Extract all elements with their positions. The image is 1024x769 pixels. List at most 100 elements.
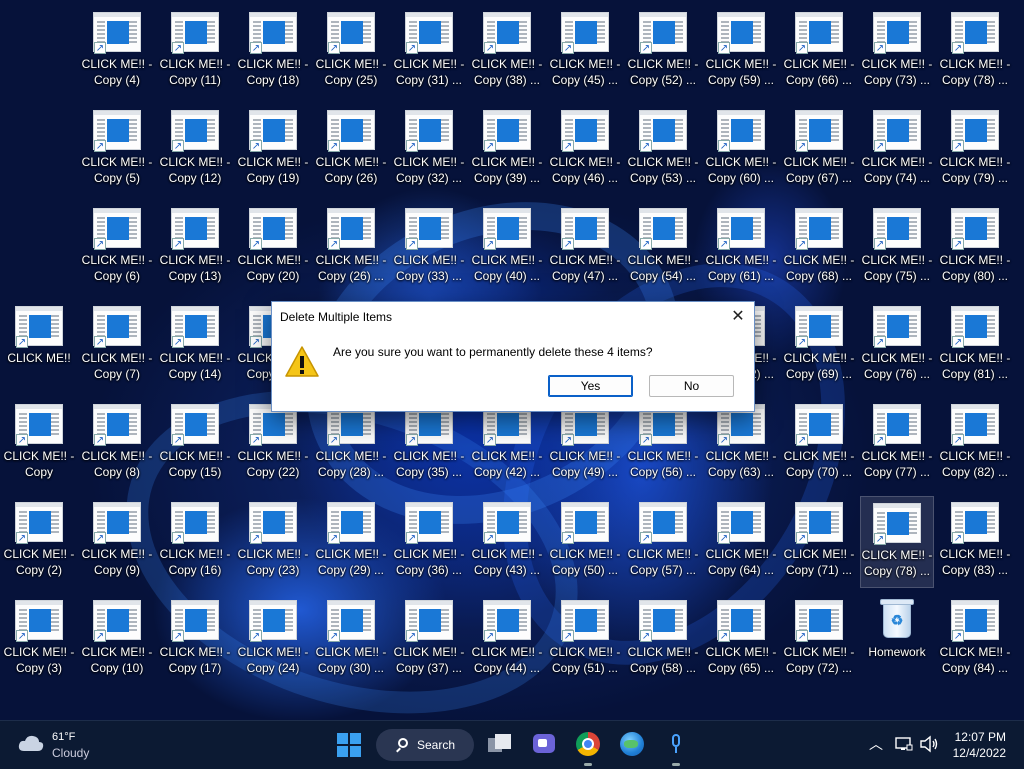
desktop-shortcut[interactable]: ↗ CLICK ME!! - Copy (51) ... (548, 594, 622, 686)
teams-chat-icon[interactable] (531, 731, 557, 757)
desktop-shortcut[interactable]: ↗ CLICK ME!! - Copy (83) ... (938, 496, 1012, 588)
desktop-shortcut[interactable]: ↗ CLICK ME!! - Copy (18) (236, 6, 310, 98)
shortcut-arrow-icon: ↗ (562, 42, 574, 54)
recycle-bin-shortcut[interactable]: ♻ Homework (860, 594, 934, 686)
desktop-shortcut[interactable]: ↗ CLICK ME!! - Copy (14) (158, 300, 232, 392)
icon-label-line2: Copy (59) ... (707, 73, 775, 87)
desktop-shortcut[interactable]: ↗ CLICK ME!! - Copy (79) ... (938, 104, 1012, 196)
chevron-up-icon[interactable]: ︿ (869, 734, 883, 754)
desktop-shortcut[interactable]: ↗ CLICK ME!! - Copy (75) ... (860, 202, 934, 294)
desktop-shortcut[interactable]: ↗ CLICK ME!! - Copy (19) (236, 104, 310, 196)
search-button[interactable]: Search (376, 729, 474, 761)
icon-label-line1: CLICK ME!! - (705, 547, 777, 561)
desktop-shortcut[interactable]: ↗ CLICK ME!! - Copy (26) (314, 104, 388, 196)
desktop-shortcut[interactable]: ↗ CLICK ME!! - Copy (61) ... (704, 202, 778, 294)
desktop-shortcut[interactable]: ↗ CLICK ME!! - Copy (5) (80, 104, 154, 196)
desktop-shortcut[interactable]: ↗ CLICK ME!! - Copy (36) ... (392, 496, 466, 588)
desktop-shortcut[interactable]: ↗ CLICK ME!! - Copy (47) ... (548, 202, 622, 294)
desktop-shortcut[interactable]: ↗ CLICK ME!! - Copy (44) ... (470, 594, 544, 686)
desktop-shortcut[interactable]: ↗ CLICK ME!! - Copy (84) ... (938, 594, 1012, 686)
desktop-shortcut[interactable]: ↗ CLICK ME!! - Copy (25) (314, 6, 388, 98)
desktop-shortcut[interactable]: ↗ CLICK ME!! - Copy (82) ... (938, 398, 1012, 490)
desktop-shortcut[interactable]: ↗ CLICK ME!! - Copy (52) ... (626, 6, 700, 98)
desktop-shortcut[interactable]: ↗ CLICK ME!! - Copy (68) ... (782, 202, 856, 294)
desktop-shortcut[interactable]: ↗ CLICK ME!! - Copy (23) (236, 496, 310, 588)
desktop-shortcut[interactable]: ↗ CLICK ME!! - Copy (60) ... (704, 104, 778, 196)
desktop-shortcut[interactable]: ↗ CLICK ME!! - Copy (72) ... (782, 594, 856, 686)
desktop-shortcut[interactable]: ↗ CLICK ME!! - Copy (59) ... (704, 6, 778, 98)
chrome-icon[interactable] (575, 731, 601, 757)
desktop-shortcut[interactable]: ↗ CLICK ME!! (2, 300, 76, 392)
desktop-shortcut[interactable]: ↗ CLICK ME!! - Copy (38) ... (470, 6, 544, 98)
desktop-shortcut[interactable]: ↗ CLICK ME!! - Copy (43) ... (470, 496, 544, 588)
desktop-shortcut[interactable]: ↗ CLICK ME!! - Copy (13) (158, 202, 232, 294)
dialog-titlebar[interactable]: Delete Multiple Items ✕ (272, 302, 754, 332)
desktop-shortcut[interactable]: ↗ CLICK ME!! - Copy (46) ... (548, 104, 622, 196)
desktop-shortcut[interactable]: ↗ CLICK ME!! - Copy (9) (80, 496, 154, 588)
desktop-shortcut[interactable]: ↗ CLICK ME!! - Copy (11) (158, 6, 232, 98)
start-button[interactable] (337, 733, 361, 757)
desktop-shortcut[interactable]: ↗ CLICK ME!! - Copy (31) ... (392, 6, 466, 98)
desktop-shortcut[interactable]: ↗ CLICK ME!! - Copy (81) ... (938, 300, 1012, 392)
icon-label-line1: CLICK ME!! - (471, 547, 543, 561)
desktop-shortcut[interactable]: ↗ CLICK ME!! - Copy (10) (80, 594, 154, 686)
desktop-shortcut[interactable]: ↗ CLICK ME!! - Copy (50) ... (548, 496, 622, 588)
network-icon[interactable] (895, 736, 913, 752)
yes-button[interactable]: Yes (548, 375, 633, 397)
desktop-shortcut[interactable]: ↗ CLICK ME!! - Copy (45) ... (548, 6, 622, 98)
task-view-icon[interactable] (487, 731, 513, 757)
browser-icon[interactable] (619, 731, 645, 757)
clock-date[interactable]: 12/4/2022 (950, 746, 1006, 760)
icon-label-line2: Copy (7) (93, 367, 140, 381)
desktop-shortcut[interactable]: ↗ CLICK ME!! - Copy (8) (80, 398, 154, 490)
desktop-shortcut[interactable]: ↗ CLICK ME!! - Copy (2) (2, 496, 76, 588)
desktop-shortcut[interactable]: ↗ CLICK ME!! - Copy (80) ... (938, 202, 1012, 294)
desktop-shortcut[interactable]: ↗ CLICK ME!! - Copy (69) ... (782, 300, 856, 392)
desktop-shortcut[interactable]: ↗ CLICK ME!! - Copy (70) ... (782, 398, 856, 490)
icon-label-line1: CLICK ME!! - (939, 351, 1011, 365)
desktop-shortcut[interactable]: ↗ CLICK ME!! - Copy (4) (80, 6, 154, 98)
desktop-shortcut[interactable]: ↗ CLICK ME!! - Copy (73) ... (860, 6, 934, 98)
desktop-shortcut[interactable]: ↗ CLICK ME!! - Copy (16) (158, 496, 232, 588)
desktop-shortcut[interactable]: ↗ CLICK ME!! - Copy (6) (80, 202, 154, 294)
desktop-shortcut[interactable]: ↗ CLICK ME!! - Copy (77) ... (860, 398, 934, 490)
desktop-shortcut[interactable]: ↗ CLICK ME!! - Copy (3) (2, 594, 76, 686)
desktop-shortcut[interactable]: ↗ CLICK ME!! - Copy (29) ... (314, 496, 388, 588)
desktop-shortcut[interactable]: ↗ CLICK ME!! - Copy (7) (80, 300, 154, 392)
desktop-shortcut[interactable]: ↗ CLICK ME!! - Copy (65) ... (704, 594, 778, 686)
desktop-shortcut[interactable]: ↗ CLICK ME!! - Copy (32) ... (392, 104, 466, 196)
desktop-shortcut[interactable]: ↗ CLICK ME!! - Copy (40) ... (470, 202, 544, 294)
shortcut-arrow-icon: ↗ (952, 532, 964, 544)
desktop-shortcut[interactable]: ↗ CLICK ME!! - Copy (78) ... (938, 6, 1012, 98)
desktop-shortcut[interactable]: ↗ CLICK ME!! - Copy (2, 398, 76, 490)
desktop-shortcut[interactable]: ↗ CLICK ME!! - Copy (66) ... (782, 6, 856, 98)
mic-icon[interactable] (663, 731, 689, 757)
desktop-shortcut[interactable]: ↗ CLICK ME!! - Copy (12) (158, 104, 232, 196)
desktop-shortcut[interactable]: ↗ CLICK ME!! - Copy (24) (236, 594, 310, 686)
clock-time[interactable]: 12:07 PM (950, 730, 1006, 744)
desktop-shortcut[interactable]: ↗ CLICK ME!! - Copy (58) ... (626, 594, 700, 686)
close-icon[interactable]: ✕ (722, 302, 754, 332)
desktop-shortcut[interactable]: ↗ CLICK ME!! - Copy (20) (236, 202, 310, 294)
volume-icon[interactable] (919, 735, 939, 753)
desktop-shortcut[interactable]: ↗ CLICK ME!! - Copy (54) ... (626, 202, 700, 294)
desktop-shortcut[interactable]: ↗ CLICK ME!! - Copy (78) ... (860, 496, 934, 588)
desktop-shortcut[interactable]: ↗ CLICK ME!! - Copy (39) ... (470, 104, 544, 196)
no-button[interactable]: No (649, 375, 734, 397)
desktop-shortcut[interactable]: ↗ CLICK ME!! - Copy (30) ... (314, 594, 388, 686)
desktop-shortcut[interactable]: ↗ CLICK ME!! - Copy (74) ... (860, 104, 934, 196)
shortcut-app-icon: ↗ (873, 12, 921, 54)
desktop-shortcut[interactable]: ↗ CLICK ME!! - Copy (15) (158, 398, 232, 490)
desktop-shortcut[interactable]: ↗ CLICK ME!! - Copy (53) ... (626, 104, 700, 196)
desktop-shortcut[interactable]: ↗ CLICK ME!! - Copy (57) ... (626, 496, 700, 588)
desktop-shortcut[interactable]: ↗ CLICK ME!! - Copy (17) (158, 594, 232, 686)
desktop-shortcut[interactable]: ↗ CLICK ME!! - Copy (76) ... (860, 300, 934, 392)
desktop-shortcut[interactable]: ↗ CLICK ME!! - Copy (64) ... (704, 496, 778, 588)
desktop-shortcut[interactable]: ↗ CLICK ME!! - Copy (26) ... (314, 202, 388, 294)
icon-label-line2: Copy (32) ... (395, 171, 463, 185)
desktop-shortcut[interactable]: ↗ CLICK ME!! - Copy (37) ... (392, 594, 466, 686)
desktop-shortcut[interactable]: ↗ CLICK ME!! - Copy (71) ... (782, 496, 856, 588)
desktop-shortcut[interactable]: ↗ CLICK ME!! - Copy (33) ... (392, 202, 466, 294)
icon-label-line2: Copy (40) ... (473, 269, 541, 283)
desktop-shortcut[interactable]: ↗ CLICK ME!! - Copy (67) ... (782, 104, 856, 196)
